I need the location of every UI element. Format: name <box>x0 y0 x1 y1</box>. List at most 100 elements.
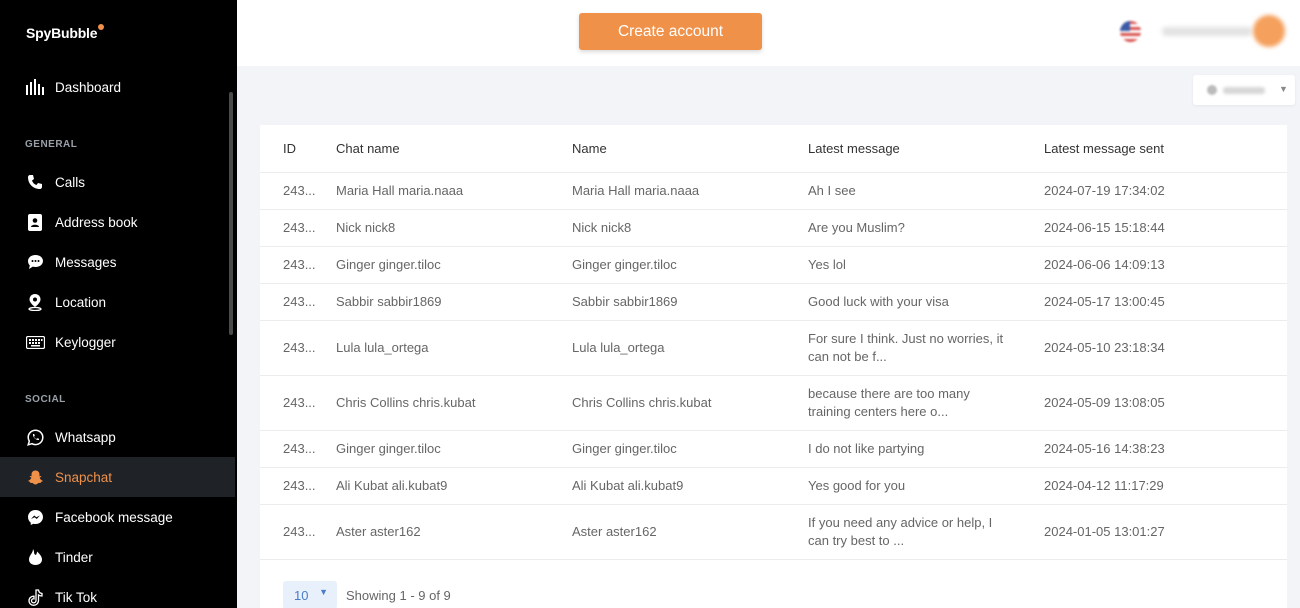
cell-name: Chris Collins chris.kubat <box>572 375 808 431</box>
sidebar-item-facebook-message[interactable]: Facebook message <box>0 497 235 537</box>
page-size-select[interactable]: 10 ▼ <box>283 581 337 608</box>
sidebar-item-calls[interactable]: Calls <box>0 162 235 202</box>
column-header-id[interactable]: ID <box>260 125 336 173</box>
table-row[interactable]: 243... Aster aster162 Aster aster162 If … <box>260 504 1287 560</box>
cell-name: Ginger ginger.tiloc <box>572 246 808 284</box>
create-account-button[interactable]: Create account <box>579 13 762 50</box>
cell-name: Maria Hall maria.naaa <box>572 172 808 210</box>
cell-id: 243... <box>260 209 336 247</box>
cell-latest-message-sent: 2024-05-10 23:18:34 <box>1044 320 1287 376</box>
table-row[interactable]: 243... Ginger ginger.tiloc Ginger ginger… <box>260 430 1287 468</box>
cell-latest-message-sent: 2024-05-17 13:00:45 <box>1044 283 1287 321</box>
cell-id: 243... <box>260 467 336 505</box>
cell-id: 243... <box>260 172 336 210</box>
table-row[interactable]: 243... Chris Collins chris.kubat Chris C… <box>260 375 1287 431</box>
cell-chat-name: Maria Hall maria.naaa <box>336 172 572 210</box>
cell-latest-message: Yes good for you <box>808 467 1044 505</box>
cell-latest-message: If you need any advice or help, I can tr… <box>808 504 1044 560</box>
table-header-row: ID Chat name Name Latest message Latest … <box>260 125 1287 173</box>
section-label-social: SOCIAL <box>25 394 66 405</box>
device-status-dot <box>1207 85 1217 95</box>
brand-logo[interactable]: SpyBubble <box>26 24 105 41</box>
sidebar-item-keylogger[interactable]: Keylogger <box>0 322 235 362</box>
column-header-name[interactable]: Name <box>572 125 808 173</box>
cell-id: 243... <box>260 320 336 376</box>
cell-name: Ali Kubat ali.kubat9 <box>572 467 808 505</box>
table-row[interactable]: 243... Ali Kubat ali.kubat9 Ali Kubat al… <box>260 467 1287 505</box>
table-row[interactable]: 243... Nick nick8 Nick nick8 Are you Mus… <box>260 209 1287 247</box>
cell-id: 243... <box>260 375 336 431</box>
cell-chat-name: Nick nick8 <box>336 209 572 247</box>
language-flag-icon[interactable] <box>1120 21 1141 42</box>
device-name-blurred <box>1223 87 1265 94</box>
avatar[interactable] <box>1253 15 1285 47</box>
chevron-down-icon: ▼ <box>1279 84 1288 94</box>
cell-id: 243... <box>260 246 336 284</box>
device-selector-dropdown[interactable]: ▼ <box>1193 75 1295 105</box>
cell-chat-name: Ginger ginger.tiloc <box>336 246 572 284</box>
bar-chart-icon <box>25 77 45 97</box>
sidebar: SpyBubble Dashboard GENERAL Calls Addres… <box>0 0 237 608</box>
cell-id: 243... <box>260 283 336 321</box>
table-row[interactable]: 243... Ginger ginger.tiloc Ginger ginger… <box>260 246 1287 284</box>
sidebar-item-label: Calls <box>55 174 86 190</box>
sidebar-item-dashboard[interactable]: Dashboard <box>0 67 235 107</box>
tiktok-icon <box>25 587 45 607</box>
sidebar-item-label: Location <box>55 294 107 310</box>
sidebar-item-label: Dashboard <box>55 79 122 95</box>
column-header-latest-message[interactable]: Latest message <box>808 125 1044 173</box>
cell-latest-message: Are you Muslim? <box>808 209 1044 247</box>
sidebar-item-tik-tok[interactable]: Tik Tok <box>0 577 235 608</box>
location-pin-icon <box>25 292 45 312</box>
section-label-general: GENERAL <box>25 139 78 150</box>
sidebar-item-label: Snapchat <box>55 469 113 485</box>
cell-latest-message-sent: 2024-05-09 13:08:05 <box>1044 375 1287 431</box>
cell-latest-message: Ah I see <box>808 172 1044 210</box>
cell-name: Aster aster162 <box>572 504 808 560</box>
cell-latest-message: I do not like partying <box>808 430 1044 468</box>
column-header-latest-message-sent[interactable]: Latest message sent <box>1044 125 1287 173</box>
sidebar-item-label: Tinder <box>55 549 93 565</box>
keyboard-icon <box>25 332 45 352</box>
cell-chat-name: Sabbir sabbir1869 <box>336 283 572 321</box>
snapchat-icon <box>25 467 45 487</box>
cell-latest-message-sent: 2024-04-12 11:17:29 <box>1044 467 1287 505</box>
sidebar-item-label: Tik Tok <box>55 589 98 605</box>
sidebar-item-messages[interactable]: Messages <box>0 242 235 282</box>
table-row[interactable]: 243... Lula lula_ortega Lula lula_ortega… <box>260 320 1287 376</box>
table-row[interactable]: 243... Maria Hall maria.naaa Maria Hall … <box>260 172 1287 210</box>
table-row[interactable]: 243... Sabbir sabbir1869 Sabbir sabbir18… <box>260 283 1287 321</box>
user-name-blurred[interactable] <box>1162 27 1252 36</box>
cell-latest-message-sent: 2024-01-05 13:01:27 <box>1044 504 1287 560</box>
messenger-icon <box>25 507 45 527</box>
cell-latest-message-sent: 2024-05-16 14:38:23 <box>1044 430 1287 468</box>
sidebar-item-snapchat[interactable]: Snapchat <box>0 457 235 497</box>
page-size-value: 10 <box>294 587 309 603</box>
contact-book-icon <box>25 212 45 232</box>
chats-table: ID Chat name Name Latest message Latest … <box>260 125 1287 560</box>
showing-count: Showing 1 - 9 of 9 <box>346 587 451 603</box>
sidebar-item-tinder[interactable]: Tinder <box>0 537 235 577</box>
cell-latest-message-sent: 2024-07-19 17:34:02 <box>1044 172 1287 210</box>
cell-id: 243... <box>260 430 336 468</box>
cell-name: Nick nick8 <box>572 209 808 247</box>
cell-name: Sabbir sabbir1869 <box>572 283 808 321</box>
column-header-chat-name[interactable]: Chat name <box>336 125 572 173</box>
cell-name: Ginger ginger.tiloc <box>572 430 808 468</box>
chats-table-card: ID Chat name Name Latest message Latest … <box>260 125 1287 608</box>
chat-bubble-icon <box>25 252 45 272</box>
sidebar-item-label: Facebook message <box>55 509 173 525</box>
tinder-flame-icon <box>25 547 45 567</box>
sidebar-item-label: Address book <box>55 214 138 230</box>
cell-latest-message-sent: 2024-06-06 14:09:13 <box>1044 246 1287 284</box>
phone-icon <box>25 172 45 192</box>
cell-chat-name: Ali Kubat ali.kubat9 <box>336 467 572 505</box>
cell-chat-name: Lula lula_ortega <box>336 320 572 376</box>
sidebar-item-whatsapp[interactable]: Whatsapp <box>0 417 235 457</box>
pagination: 10 ▼ Showing 1 - 9 of 9 <box>283 581 451 608</box>
sidebar-item-location[interactable]: Location <box>0 282 235 322</box>
cell-latest-message-sent: 2024-06-15 15:18:44 <box>1044 209 1287 247</box>
whatsapp-icon <box>25 427 45 447</box>
cell-latest-message: Yes lol <box>808 246 1044 284</box>
sidebar-item-address-book[interactable]: Address book <box>0 202 235 242</box>
